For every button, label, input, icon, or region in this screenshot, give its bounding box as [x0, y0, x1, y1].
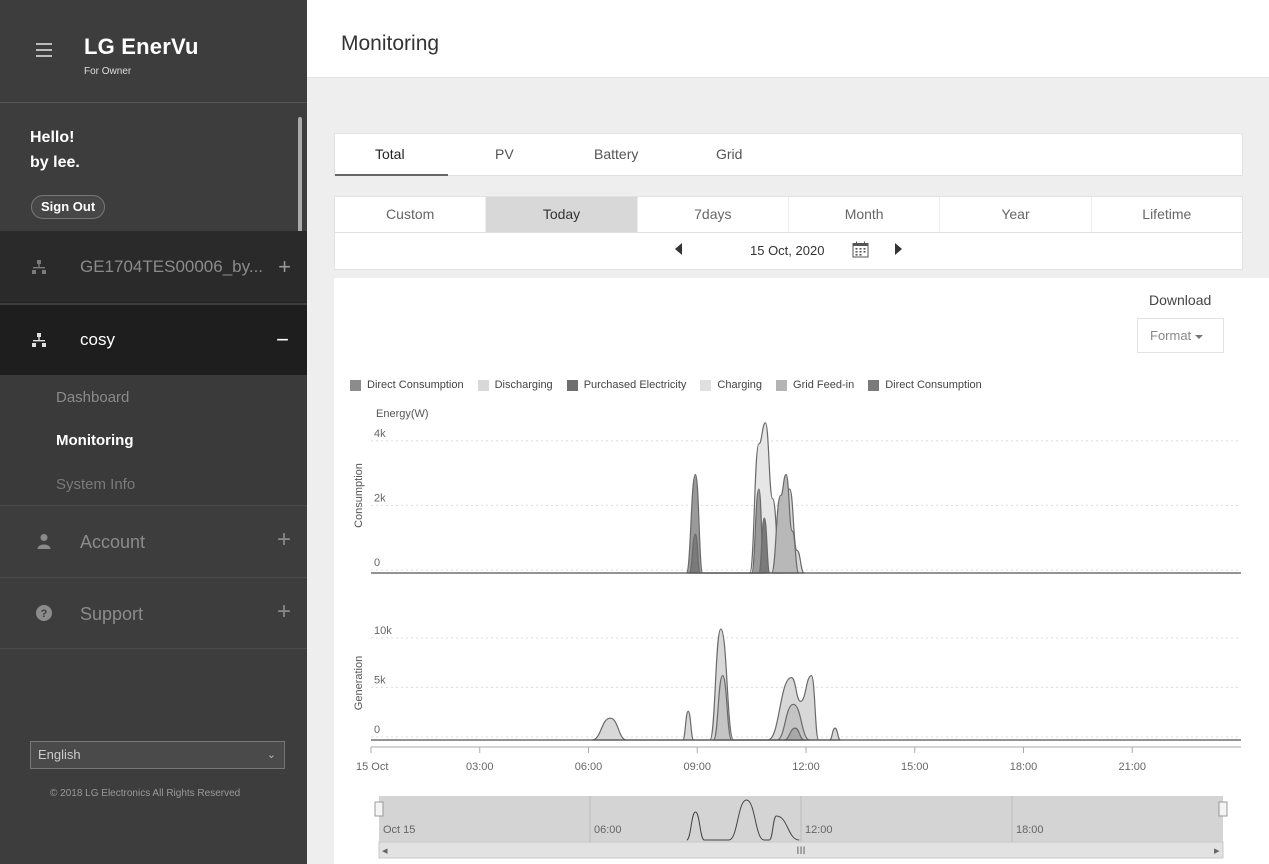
- sidebar: LG EnerVu For Owner Hello! by lee. Sign …: [0, 0, 307, 864]
- tab-today[interactable]: Today: [486, 197, 638, 232]
- site-label: cosy: [80, 330, 115, 349]
- calendar-icon[interactable]: [852, 241, 869, 258]
- language-select[interactable]: English ⌄: [30, 741, 285, 769]
- svg-text:?: ?: [41, 608, 48, 620]
- y-tick-label: 10k: [374, 625, 392, 637]
- scroll-grip-icon: III: [796, 845, 805, 857]
- user-greeting-block: Hello! by lee. Sign Out: [0, 103, 307, 231]
- y-tick-label: 5k: [374, 674, 386, 686]
- x-tick-label: 15:00: [901, 761, 929, 773]
- chart-panel-0: 0 2k 4k Consumption: [353, 422, 1241, 574]
- tab-total[interactable]: Total: [375, 146, 405, 162]
- y-unit-label: Energy(W): [376, 408, 429, 420]
- range-navigator: Oct 15 06:00 12:00 18:00 ◂ ▸ III: [374, 796, 1228, 859]
- network-icon: [32, 333, 46, 347]
- scroll-right-icon: ▸: [1214, 845, 1220, 857]
- submenu-monitoring[interactable]: Monitoring: [56, 432, 133, 449]
- expand-icon[interactable]: +: [277, 526, 291, 554]
- y-tick-label: 0: [374, 724, 380, 736]
- site-submenu: Dashboard Monitoring System Info: [0, 375, 307, 505]
- date-navigator: 15 Oct, 2020: [334, 233, 1243, 270]
- brand-header: LG EnerVu For Owner: [0, 0, 307, 103]
- active-tab-indicator: [335, 174, 448, 176]
- x-tick-label: 18:00: [1010, 761, 1038, 773]
- tab-7days[interactable]: 7days: [638, 197, 789, 232]
- user-icon: [37, 534, 51, 549]
- site-item-ge1704[interactable]: GE1704TES00006_by... +: [0, 231, 307, 303]
- period-tabs: Custom Today 7days Month Year Lifetime: [334, 196, 1243, 233]
- tab-battery[interactable]: Battery: [594, 146, 638, 162]
- brand-subtitle: For Owner: [84, 66, 132, 77]
- expand-icon[interactable]: +: [278, 254, 291, 280]
- language-value: English: [38, 747, 81, 762]
- panel-title: Generation: [353, 656, 365, 710]
- tab-year[interactable]: Year: [940, 197, 1092, 232]
- category-tabs: Total PV Battery Grid: [334, 133, 1243, 176]
- x-tick-label: 15 Oct: [356, 761, 388, 773]
- navigator-label: 18:00: [1016, 824, 1044, 836]
- tab-pv[interactable]: PV: [495, 146, 514, 162]
- scroll-left-icon: ◂: [382, 845, 388, 857]
- user-name: by lee.: [30, 154, 80, 171]
- x-tick-label: 12:00: [792, 761, 820, 773]
- tab-month[interactable]: Month: [789, 197, 941, 232]
- site-label: GE1704TES00006_by...: [80, 256, 264, 276]
- chart-panel: Download Format Direct Consumption Discha…: [334, 278, 1269, 864]
- navigator-label: 12:00: [805, 824, 833, 836]
- site-item-cosy[interactable]: cosy −: [0, 305, 307, 375]
- submenu-system-info[interactable]: System Info: [56, 476, 135, 493]
- next-date-icon[interactable]: [895, 243, 902, 255]
- current-date: 15 Oct, 2020: [750, 243, 825, 258]
- navigator-handle[interactable]: [1218, 801, 1228, 817]
- navigator-label: 06:00: [594, 824, 622, 836]
- y-tick-label: 2k: [374, 492, 386, 504]
- copyright: © 2018 LG Electronics All Rights Reserve…: [50, 788, 241, 799]
- collapse-icon[interactable]: −: [276, 327, 289, 353]
- top-bar: Monitoring: [307, 0, 1269, 78]
- y-tick-label: 4k: [374, 428, 386, 440]
- hamburger-icon[interactable]: [36, 43, 52, 57]
- chart-panel-1: 0 5k 10k Generation: [353, 625, 1241, 741]
- y-tick-label: 0: [374, 557, 380, 569]
- x-tick-label: 09:00: [683, 761, 711, 773]
- brand-name: LG EnerVu: [84, 34, 199, 59]
- main-content: Monitoring Total PV Battery Grid Custom …: [307, 0, 1269, 864]
- energy-chart: Energy(W) 0 2k 4k Consumption 0 5k 10k Generatio…: [353, 408, 1241, 859]
- panel-title: Consumption: [353, 463, 365, 528]
- x-tick-label: 03:00: [466, 761, 494, 773]
- menu-support-label: Support: [80, 604, 144, 624]
- x-tick-label: 21:00: [1118, 761, 1146, 773]
- chevron-down-icon: ⌄: [266, 749, 276, 761]
- tab-lifetime[interactable]: Lifetime: [1092, 197, 1242, 232]
- page-title: Monitoring: [341, 32, 440, 55]
- x-axis: 15 Oct 03:00 06:00 09:00 12:00 15:00 18:00 21:0…: [356, 746, 1241, 773]
- greeting: Hello!: [30, 129, 75, 146]
- menu-account[interactable]: Account +: [0, 505, 307, 577]
- expand-icon[interactable]: +: [277, 598, 291, 626]
- tab-custom[interactable]: Custom: [335, 197, 487, 232]
- tab-grid[interactable]: Grid: [716, 146, 742, 162]
- previous-date-icon[interactable]: [675, 243, 682, 255]
- menu-support[interactable]: ? Support +: [0, 577, 307, 649]
- sign-out-button[interactable]: Sign Out: [31, 195, 106, 219]
- x-tick-label: 06:00: [575, 761, 603, 773]
- navigator-handle[interactable]: [374, 801, 384, 817]
- network-icon: [32, 259, 46, 274]
- submenu-dashboard[interactable]: Dashboard: [56, 389, 129, 406]
- help-icon: ?: [36, 605, 52, 621]
- menu-account-label: Account: [80, 532, 146, 552]
- navigator-label: Oct 15: [383, 824, 415, 836]
